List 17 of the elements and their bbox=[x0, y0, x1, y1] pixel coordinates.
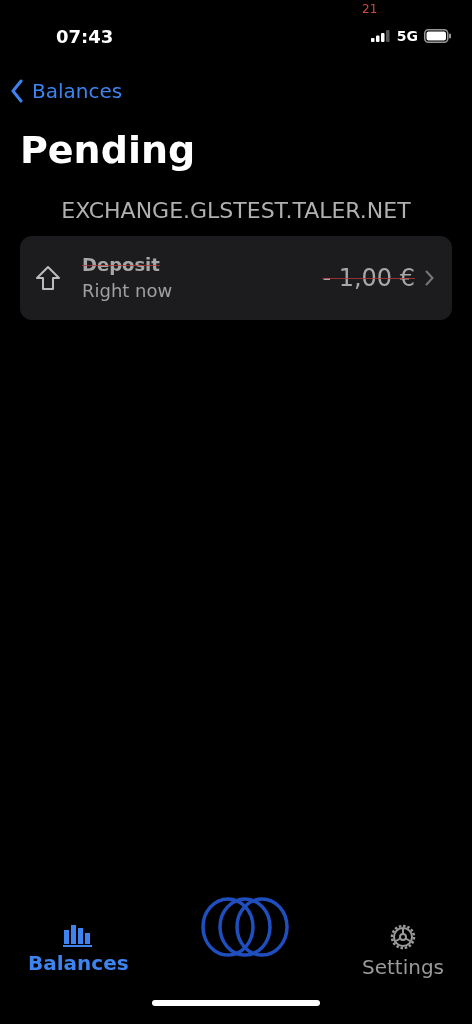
rings-logo-icon bbox=[201, 896, 290, 958]
battery-icon bbox=[424, 29, 452, 43]
settings-tab[interactable]: Settings bbox=[361, 894, 444, 980]
arrow-up-icon bbox=[34, 264, 62, 292]
clock-time: 07:43 bbox=[56, 24, 114, 49]
section-header: EXCHANGE.GLSTEST.TALER.NET bbox=[60, 197, 412, 225]
network-label: 5G bbox=[396, 26, 418, 46]
balances-tab[interactable]: Balances bbox=[28, 894, 129, 976]
transaction-time: Right now bbox=[82, 279, 173, 303]
chevron-right-icon bbox=[425, 270, 434, 286]
chevron-left-icon bbox=[10, 79, 24, 103]
counter-text: 21 bbox=[362, 1, 378, 18]
page-title: Pending bbox=[19, 127, 197, 174]
gear-icon bbox=[388, 922, 418, 952]
bar-chart-icon bbox=[63, 922, 94, 948]
back-link[interactable]: Balances bbox=[10, 76, 123, 106]
signal-icon bbox=[370, 30, 391, 42]
